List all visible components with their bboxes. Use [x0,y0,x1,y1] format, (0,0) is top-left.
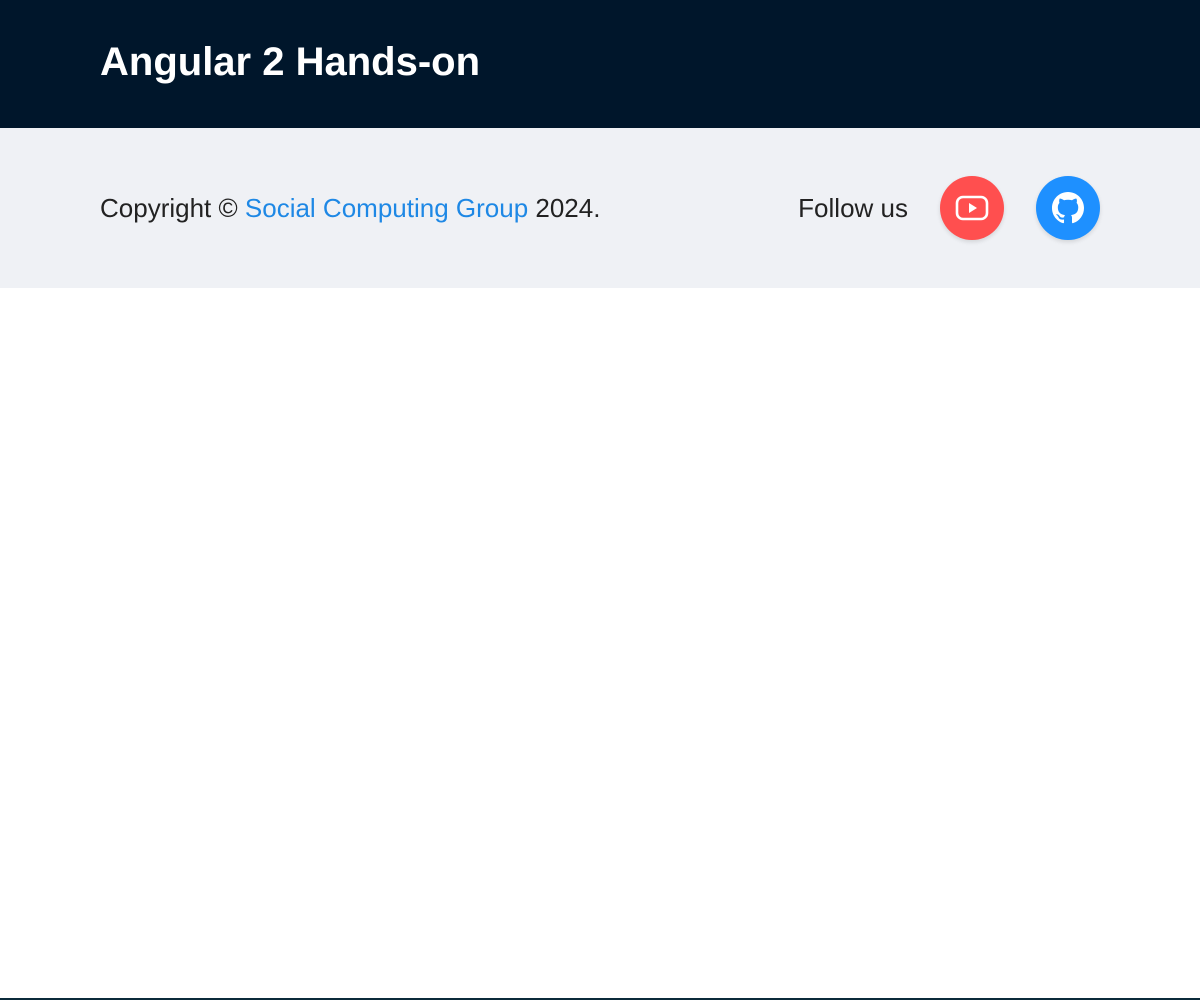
site-header: Angular 2 Hands-on [0,0,1200,128]
copyright-year: 2024. [535,193,601,223]
youtube-icon [955,195,989,221]
copyright-prefix: Copyright © [100,193,238,223]
github-icon [1052,192,1084,224]
site-title: Angular 2 Hands-on [100,40,481,84]
site-footer: Copyright © Social Computing Group 2024.… [0,128,1200,288]
copyright-text: Copyright © Social Computing Group 2024. [100,195,600,221]
youtube-button[interactable] [940,176,1004,240]
page: Angular 2 Hands-on Copyright © Social Co… [0,0,1200,1000]
org-link[interactable]: Social Computing Group [245,193,528,223]
follow-label: Follow us [798,193,908,223]
follow-section: Follow us [798,176,1100,240]
github-button[interactable] [1036,176,1100,240]
